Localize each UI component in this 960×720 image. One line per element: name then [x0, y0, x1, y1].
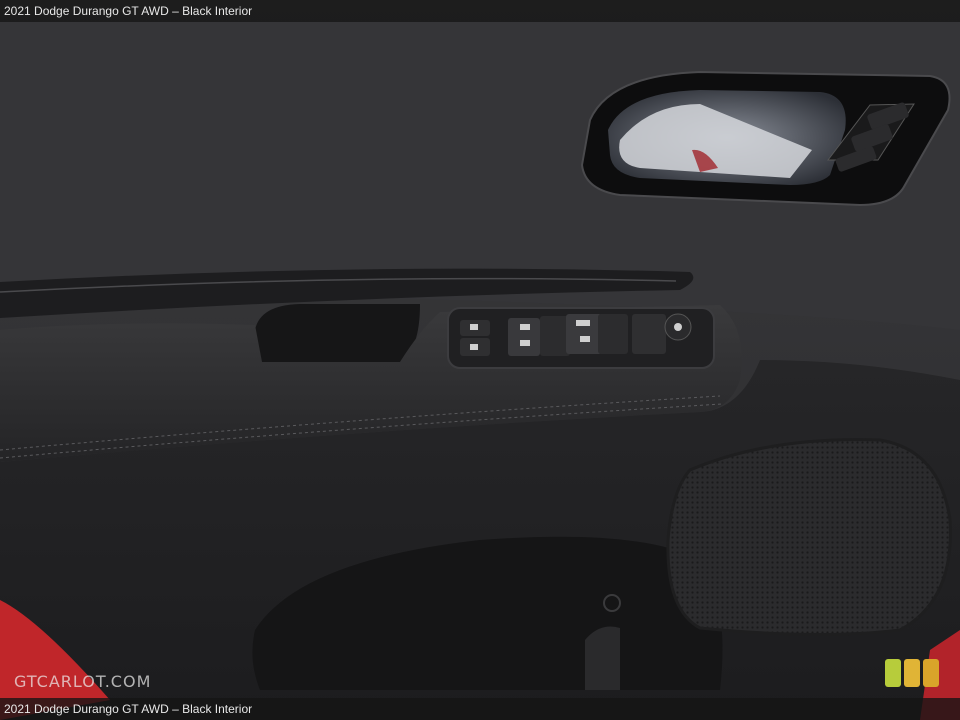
grab-pocket [255, 304, 420, 362]
rating-badge [885, 659, 939, 687]
rating-bar-3 [923, 659, 939, 687]
photo-viewer: 2021 Dodge Durango GT AWD – Black Interi… [0, 0, 960, 720]
rating-bar-1 [885, 659, 901, 687]
photo-caption-bottom: 2021 Dodge Durango GT AWD – Black Interi… [0, 698, 960, 720]
watermark-logo: GTCARLOT.COM [14, 672, 152, 691]
rating-bar-2 [904, 659, 920, 687]
speaker-grille [666, 438, 952, 637]
photo-caption-top: 2021 Dodge Durango GT AWD – Black Interi… [0, 0, 960, 22]
door-panel-photo [0, 0, 960, 720]
